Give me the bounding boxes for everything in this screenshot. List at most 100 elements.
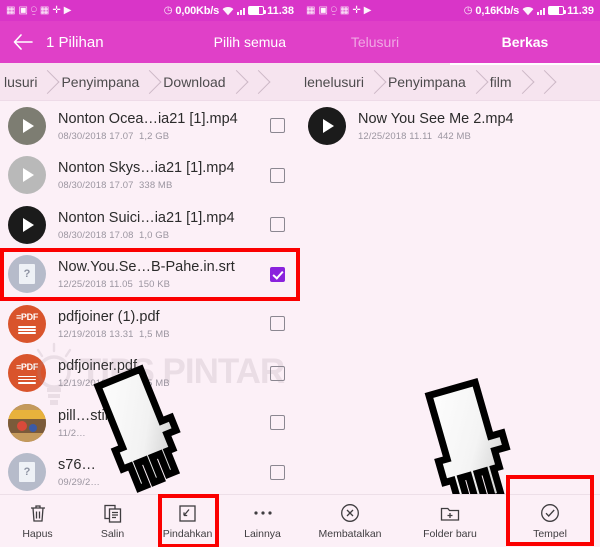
apps-icon: ▦ xyxy=(39,4,50,16)
tab-label: Berkas xyxy=(501,34,549,50)
copy-label: Salin xyxy=(100,527,125,540)
breadcrumb-item[interactable]: Download xyxy=(149,63,235,100)
status-bar-left: ▦ ▣ ⍜ ▦ ✛ ▶ ◷ 0,00Kb/s 11.38 xyxy=(0,0,300,21)
sd-card-icon: ▣ xyxy=(318,4,328,16)
dual-screenshot-container: ▦ ▣ ⍜ ▦ ✛ ▶ ◷ 0,00Kb/s 11.38 1 Pilihan P… xyxy=(0,0,600,547)
file-checkbox[interactable] xyxy=(269,217,285,233)
file-subtitle: 12/25/2018 11.05 150 KB xyxy=(58,279,171,291)
select-all-button[interactable]: Pilih semua xyxy=(214,34,286,50)
app-bar-left: 1 Pilihan Pilih semua xyxy=(0,21,300,63)
battery-icon xyxy=(248,6,267,15)
delete-button[interactable]: Hapus xyxy=(0,495,75,547)
breadcrumb-item[interactable]: lenelusuri xyxy=(300,63,374,100)
file-checkbox[interactable] xyxy=(269,316,285,332)
checkbox-cell[interactable] xyxy=(254,118,300,134)
file-checkbox[interactable] xyxy=(269,464,285,480)
checkbox-cell[interactable] xyxy=(254,415,300,431)
status-bar-right: ▦ ▣ ⍜ ▦ ✛ ▶ ◷ 0,16Kb/s 11.39 xyxy=(300,0,600,21)
new-folder-button[interactable]: Folder baru xyxy=(400,495,500,547)
tab-telusuri[interactable]: Telusuri xyxy=(300,21,450,63)
list-item[interactable]: Nonton Ocea…ia21 [1].mp4 08/30/2018 17.0… xyxy=(0,101,300,151)
list-item[interactable]: pill…stiker.jpg 11/2… xyxy=(0,398,300,448)
paste-button[interactable]: Tempel xyxy=(500,475,600,547)
video-thumbnail xyxy=(8,205,46,244)
file-name: Nonton Ocea…ia21 [1].mp4 xyxy=(58,110,238,127)
file-subtitle: 12/25/2018 11.11 442 MB xyxy=(358,130,471,142)
file-checkbox-checked[interactable] xyxy=(269,266,285,282)
cancel-button[interactable]: Membatalkan xyxy=(300,495,400,547)
breadcrumb-right: lenelusuri Penyimpana film xyxy=(300,63,600,101)
apps-icon: ▦ xyxy=(339,4,350,16)
video-thumbnail xyxy=(308,106,346,145)
pdf-icon: ≡PDF xyxy=(8,304,46,343)
more-button[interactable]: Lainnya xyxy=(225,495,300,547)
apps-icon: ▦ xyxy=(6,4,16,16)
alarm-icon: ◷ xyxy=(163,4,173,16)
checkbox-cell[interactable] xyxy=(254,167,300,183)
file-meta: Now.You.Se…B-Pahe.in.srt 12/25/2018 11.0… xyxy=(46,258,254,290)
clock-label: 11.38 xyxy=(267,4,294,17)
list-item-selected[interactable]: ? Now.You.Se…B-Pahe.in.srt 12/25/2018 11… xyxy=(0,249,300,299)
check-circle-icon xyxy=(540,503,560,524)
status-icons-right: ◷ 0,00Kb/s 11.38 xyxy=(164,5,294,17)
file-subtitle: 11/2… xyxy=(58,427,86,439)
file-list-right: Now You See Me 2.mp4 12/25/2018 11.11 44… xyxy=(300,101,600,151)
cancel-label: Membatalkan xyxy=(318,527,382,540)
breadcrumb-item[interactable]: Penyimpana xyxy=(374,63,476,100)
sd-card-icon: ▣ xyxy=(18,4,28,16)
clock-label: 11.39 xyxy=(567,4,594,17)
file-name: Nonton Skys…ia21 [1].mp4 xyxy=(58,160,235,177)
list-item[interactable]: ≡PDF pdfjoiner (1).pdf 12/19/2018 13.31 … xyxy=(0,299,300,349)
wifi-icon xyxy=(522,6,534,16)
file-checkbox[interactable] xyxy=(269,118,285,134)
checkbox-cell[interactable] xyxy=(254,266,300,282)
back-arrow-icon[interactable] xyxy=(0,34,46,50)
list-item[interactable]: Nonton Skys…ia21 [1].mp4 08/30/2018 17.0… xyxy=(0,151,300,201)
status-icons-right: ◷ 0,16Kb/s 11.39 xyxy=(464,5,594,17)
breadcrumb-item[interactable]: Penyimpana xyxy=(47,63,149,100)
checkbox-cell[interactable] xyxy=(254,365,300,381)
list-item[interactable]: Now You See Me 2.mp4 12/25/2018 11.11 44… xyxy=(300,101,600,151)
checkbox-cell[interactable] xyxy=(254,217,300,233)
new-folder-label: Folder baru xyxy=(423,527,477,540)
copy-button[interactable]: Salin xyxy=(75,495,150,547)
video-thumbnail xyxy=(8,106,46,145)
pdf-icon: ≡PDF xyxy=(8,354,46,393)
trash-icon xyxy=(30,503,46,524)
signal-bars-icon xyxy=(237,6,246,15)
bluetooth-icon: ✛ xyxy=(352,4,361,16)
tab-berkas[interactable]: Berkas xyxy=(450,21,600,63)
network-speed-label: 0,16Kb/s xyxy=(475,4,520,17)
list-item[interactable]: ≡PDF pdfjoiner.pdf 12/19/2018 13.29 1,5 … xyxy=(0,349,300,399)
file-meta: Now You See Me 2.mp4 12/25/2018 11.11 44… xyxy=(346,110,600,142)
apps-icon: ▦ xyxy=(306,4,316,16)
checkbox-cell[interactable] xyxy=(254,464,300,480)
vibrate-icon: ⍜ xyxy=(330,4,337,16)
file-checkbox[interactable] xyxy=(269,415,285,431)
play-icon: ▶ xyxy=(363,4,372,16)
paste-label: Tempel xyxy=(533,527,567,540)
list-item[interactable]: ? s76… 09/29/2… xyxy=(0,448,300,498)
file-meta: Nonton Suici…ia21 [1].mp4 08/30/2018 17.… xyxy=(46,209,254,241)
file-checkbox[interactable] xyxy=(269,365,285,381)
list-item[interactable]: Nonton Suici…ia21 [1].mp4 08/30/2018 17.… xyxy=(0,200,300,250)
cancel-circle-icon xyxy=(340,503,360,524)
file-name: Now You See Me 2.mp4 xyxy=(358,110,514,127)
breadcrumb-item[interactable]: lusuri xyxy=(0,63,47,100)
file-subtitle: 08/30/2018 17.07 1,2 GB xyxy=(58,130,170,142)
file-list-left: Nonton Ocea…ia21 [1].mp4 08/30/2018 17.0… xyxy=(0,101,300,497)
file-subtitle: 08/30/2018 17.07 338 MB xyxy=(58,180,173,192)
right-phone-screen: ▦ ▣ ⍜ ▦ ✛ ▶ ◷ 0,16Kb/s 11.39 Telusuri Be… xyxy=(300,0,600,547)
checkbox-cell[interactable] xyxy=(254,316,300,332)
file-subtitle: 12/19/2018 13.29 1,5 MB xyxy=(58,378,170,390)
file-name: pdfjoiner.pdf xyxy=(58,358,138,375)
breadcrumb-item[interactable]: film xyxy=(476,63,522,100)
status-icons-left: ▦ ▣ ⍜ ▦ ✛ ▶ xyxy=(6,4,71,16)
file-meta: pdfjoiner.pdf 12/19/2018 13.29 1,5 MB xyxy=(46,357,254,389)
file-checkbox[interactable] xyxy=(269,167,285,183)
move-button[interactable]: Pindahkan xyxy=(150,494,225,547)
app-bar-right: Telusuri Berkas xyxy=(300,21,600,63)
left-phone-screen: ▦ ▣ ⍜ ▦ ✛ ▶ ◷ 0,00Kb/s 11.38 1 Pilihan P… xyxy=(0,0,300,547)
file-meta: s76… 09/29/2… xyxy=(46,456,254,488)
network-speed-label: 0,00Kb/s xyxy=(175,4,220,17)
